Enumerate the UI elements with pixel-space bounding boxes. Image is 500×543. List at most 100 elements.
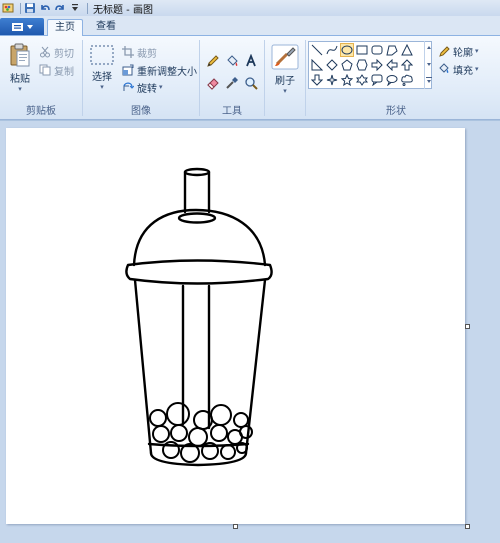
redo-icon[interactable]: [54, 2, 66, 14]
clipboard-group-label: 剪贴板: [26, 106, 56, 117]
crop-label: 裁剪: [137, 48, 157, 60]
scroll-arrows-icon: [426, 46, 432, 83]
rounded-callout-shape[interactable]: [370, 73, 384, 87]
magnifier-icon: [245, 77, 258, 90]
copy-label: 复制: [54, 66, 74, 78]
chevron-down-icon: ▾: [159, 83, 163, 91]
bubble-tea-drawing: [125, 167, 273, 467]
separator: [87, 2, 88, 14]
text-icon: [246, 54, 256, 67]
rotate-label: 旋转: [137, 83, 157, 95]
cloud-callout-icon: [401, 74, 413, 86]
fill-label: 填充: [453, 65, 473, 77]
chevron-down-icon: ▾: [18, 85, 22, 93]
triangle-shape[interactable]: [400, 43, 414, 57]
chevron-down-icon: ▾: [283, 87, 287, 95]
tools-group: 工具: [200, 38, 264, 119]
rotate-icon: [122, 81, 134, 93]
eyedropper-icon: [226, 77, 238, 89]
shapes-gallery: [308, 41, 432, 89]
right-triangle-icon: [311, 59, 323, 71]
rounded-rectangle-icon: [371, 45, 383, 55]
file-menu-icon: [12, 22, 33, 31]
paste-button[interactable]: 粘贴 ▾: [6, 42, 34, 93]
polygon-shape[interactable]: [385, 43, 399, 57]
right-arrow-shape[interactable]: [370, 58, 384, 72]
tab-home[interactable]: 主页: [47, 19, 83, 37]
canvas-resize-handle-bottom[interactable]: [233, 524, 238, 529]
paint-app-icon[interactable]: [2, 2, 14, 14]
fill-button[interactable]: 填充 ▾: [438, 62, 479, 77]
scissors-icon: [39, 46, 51, 58]
curve-shape[interactable]: [325, 43, 339, 57]
pentagon-shape[interactable]: [340, 58, 354, 72]
ribbon: 粘贴 ▾ 剪切 复制 剪贴板 选择 ▾ 裁剪 重新调整大小 旋转 ▾ 图像 工具…: [0, 36, 500, 120]
five-point-star-icon: [341, 74, 353, 86]
separator: [20, 2, 21, 14]
left-arrow-icon: [386, 59, 398, 71]
up-arrow-shape[interactable]: [400, 58, 414, 72]
fill-bucket-icon: [438, 63, 450, 75]
hexagon-icon: [356, 59, 368, 71]
rounded-callout-icon: [371, 74, 383, 86]
crop-icon: [122, 46, 134, 58]
rectangle-shape[interactable]: [355, 43, 369, 57]
canvas-resize-handle-corner[interactable]: [465, 524, 470, 529]
rectangle-icon: [356, 45, 368, 55]
canvas-resize-handle-right[interactable]: [465, 324, 470, 329]
cloud-callout-shape[interactable]: [400, 73, 414, 87]
select-rectangle-icon: [90, 45, 114, 65]
select-button[interactable]: 选择 ▾: [87, 44, 117, 91]
pencil-icon: [207, 55, 219, 67]
pencil-tool[interactable]: [204, 52, 222, 70]
fill-tool[interactable]: [223, 52, 241, 70]
curve-icon: [326, 45, 338, 55]
copy-button[interactable]: 复制: [39, 63, 74, 78]
eraser-tool[interactable]: [204, 74, 222, 92]
shapes-gallery-scrollbar[interactable]: [424, 41, 433, 89]
right-arrow-icon: [371, 59, 383, 71]
brushes-label: 刷子: [275, 76, 295, 87]
canvas-workspace: [0, 121, 500, 543]
oval-callout-shape[interactable]: [385, 73, 399, 87]
brushes-group: 刷子 ▾: [265, 38, 305, 119]
undo-icon[interactable]: [39, 2, 51, 14]
paste-label: 粘贴: [10, 74, 30, 85]
line-shape[interactable]: [310, 43, 324, 57]
four-point-star-shape[interactable]: [325, 73, 339, 87]
cut-label: 剪切: [54, 48, 74, 60]
rotate-button[interactable]: 旋转 ▾: [122, 80, 163, 95]
text-tool[interactable]: [242, 52, 260, 70]
ribbon-tab-bar: 主页 查看: [0, 16, 500, 37]
diamond-shape[interactable]: [325, 58, 339, 72]
resize-button[interactable]: 重新调整大小: [122, 63, 197, 78]
outline-button[interactable]: 轮廓 ▾: [438, 44, 479, 59]
right-triangle-shape[interactable]: [310, 58, 324, 72]
cut-button[interactable]: 剪切: [39, 45, 74, 60]
tab-view[interactable]: 查看: [88, 19, 124, 36]
chevron-down-icon: ▾: [475, 47, 479, 55]
rounded-rectangle-shape[interactable]: [370, 43, 384, 57]
file-menu-button[interactable]: [0, 18, 44, 35]
customize-toolbar-icon[interactable]: [69, 2, 81, 14]
drawing-canvas[interactable]: [6, 128, 470, 529]
oval-shape[interactable]: [340, 43, 354, 57]
resize-label: 重新调整大小: [137, 66, 197, 78]
oval-icon: [341, 45, 353, 55]
window-title: 无标题 - 画图: [93, 4, 153, 16]
hexagon-shape[interactable]: [355, 58, 369, 72]
image-group: 选择 ▾ 裁剪 重新调整大小 旋转 ▾ 图像: [83, 38, 199, 119]
four-point-star-icon: [326, 74, 338, 86]
brushes-button[interactable]: 刷子 ▾: [269, 44, 301, 95]
left-arrow-shape[interactable]: [385, 58, 399, 72]
save-icon[interactable]: [24, 2, 36, 14]
five-point-star-shape[interactable]: [340, 73, 354, 87]
pentagon-icon: [341, 59, 353, 71]
select-label: 选择: [92, 72, 112, 83]
polygon-icon: [386, 45, 398, 56]
crop-button[interactable]: 裁剪: [122, 45, 157, 60]
magnifier-tool[interactable]: [242, 74, 260, 92]
color-picker-tool[interactable]: [223, 74, 241, 92]
down-arrow-shape[interactable]: [310, 73, 324, 87]
six-point-star-shape[interactable]: [355, 73, 369, 87]
